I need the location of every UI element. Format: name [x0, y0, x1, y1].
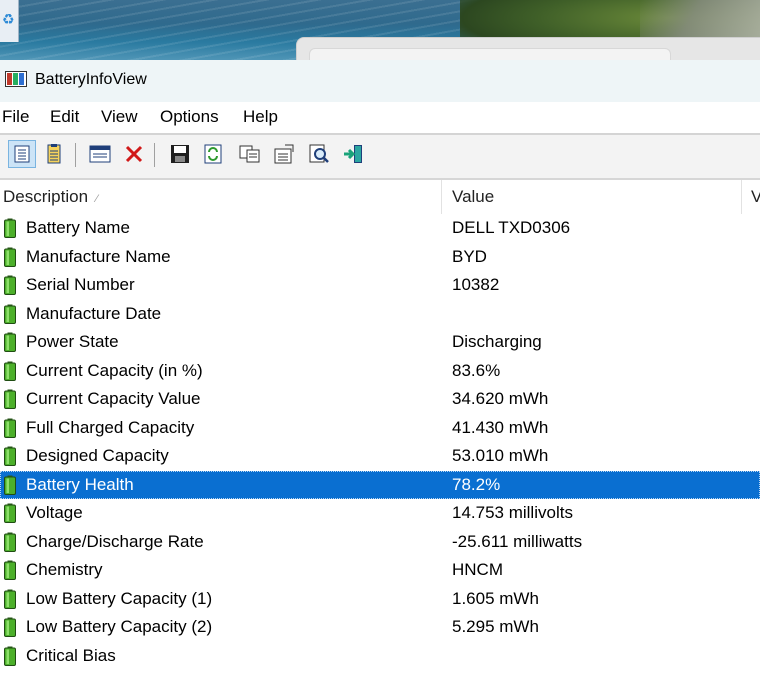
properties-icon[interactable]: [270, 140, 298, 168]
battery-icon: [4, 218, 16, 238]
column-divider[interactable]: [441, 180, 442, 214]
row-description: Current Capacity (in %): [26, 360, 203, 380]
battery-icon: [4, 389, 16, 409]
menu-view[interactable]: View: [101, 107, 138, 127]
toolbar-separator: [154, 143, 155, 167]
row-description: Manufacture Name: [26, 246, 171, 266]
battery-icon: [4, 532, 16, 552]
list-row[interactable]: Power State Discharging: [0, 328, 760, 357]
battery-icon: [4, 503, 16, 523]
column-header-description-label: Description: [3, 187, 89, 206]
row-description: Critical Bias: [26, 645, 116, 665]
menu-edit[interactable]: Edit: [50, 107, 79, 127]
row-description: Battery Health: [26, 474, 134, 494]
background-window-tab: [309, 48, 671, 60]
row-description: Designed Capacity: [26, 446, 169, 465]
column-header-value[interactable]: Value: [452, 180, 494, 214]
menu-file[interactable]: File: [2, 107, 29, 127]
list-row[interactable]: Battery Name DELL TXD0306: [0, 214, 760, 243]
row-value: 34.620 mWh: [452, 389, 549, 408]
column-divider[interactable]: [741, 180, 742, 214]
row-description: Power State: [26, 332, 119, 351]
column-header-third-label: V: [751, 187, 760, 206]
list-row[interactable]: Designed Capacity 53.010 mWh: [0, 442, 760, 471]
column-header-value-label: Value: [452, 187, 495, 206]
title-bar[interactable]: BatteryInfoView: [0, 60, 760, 102]
list-row[interactable]: Serial Number 10382: [0, 271, 760, 300]
battery-icon: [4, 475, 16, 495]
toolbar: [0, 135, 760, 180]
row-description: Low Battery Capacity (2): [26, 617, 213, 636]
sort-indicator-icon: ⁄: [96, 193, 98, 205]
row-value: BYD: [452, 246, 487, 266]
battery-info-list: Battery Name DELL TXD0306 Manufacture Name…: [0, 214, 760, 670]
row-description: Voltage: [26, 503, 83, 522]
row-value: HNCM: [452, 560, 503, 579]
battery-icon: [4, 361, 16, 381]
exit-icon[interactable]: [339, 140, 367, 168]
list-row[interactable]: Full Charged Capacity 41.430 mWh: [0, 414, 760, 443]
row-description: Battery Name: [26, 218, 130, 237]
row-description: Charge/Discharge Rate: [26, 531, 204, 551]
battery-icon: [4, 275, 16, 295]
battery-icon: [4, 304, 16, 324]
row-value: 14.753 millivolts: [452, 503, 573, 522]
list-row[interactable]: Charge/Discharge Rate -25.611 milliwatts: [0, 528, 760, 557]
toolbar-separator: [75, 143, 76, 167]
list-row[interactable]: Battery Health 78.2%: [0, 470, 760, 499]
refresh-icon[interactable]: [199, 140, 227, 168]
html-report-icon[interactable]: [86, 140, 114, 168]
list-row[interactable]: Manufacture Name BYD: [0, 243, 760, 272]
battery-app-icon: [5, 71, 27, 87]
row-value: DELL TXD0306: [452, 218, 571, 237]
battery-icon: [4, 332, 16, 352]
row-value: 78.2%: [452, 474, 501, 494]
find-icon[interactable]: [305, 140, 333, 168]
window-title: BatteryInfoView: [35, 71, 147, 88]
row-value: 41.430 mWh: [452, 417, 549, 437]
battery-icon: [4, 589, 16, 609]
menu-options[interactable]: Options: [160, 107, 219, 127]
delete-icon[interactable]: [120, 140, 148, 168]
battery-icon: [4, 247, 16, 267]
list-row[interactable]: Voltage 14.753 millivolts: [0, 499, 760, 528]
row-description: Manufacture Date: [26, 303, 162, 323]
column-header-description[interactable]: Description ⁄: [3, 180, 98, 214]
battery-icon: [4, 560, 16, 580]
row-value: 1.605 mWh: [452, 588, 539, 608]
row-value: 10382: [452, 275, 500, 294]
row-value: Discharging: [452, 332, 542, 351]
save-icon[interactable]: [166, 140, 194, 168]
list-row[interactable]: Current Capacity (in %) 83.6%: [0, 357, 760, 386]
row-description: Current Capacity Value: [26, 389, 201, 408]
row-description: Serial Number: [26, 275, 135, 294]
list-row[interactable]: Critical Bias: [0, 642, 760, 671]
row-value: 5.295 mWh: [452, 617, 539, 636]
row-value: 83.6%: [452, 360, 501, 380]
row-value: 53.010 mWh: [452, 446, 549, 465]
properties-view-icon[interactable]: [8, 140, 36, 168]
row-description: Chemistry: [26, 560, 103, 579]
list-row[interactable]: Current Capacity Value 34.620 mWh: [0, 385, 760, 414]
recycle-bin-icon[interactable]: ♻: [0, 0, 19, 42]
row-value: -25.611 milliwatts: [452, 531, 583, 551]
column-header-third[interactable]: V: [751, 180, 760, 214]
list-row[interactable]: Chemistry HNCM: [0, 556, 760, 585]
desktop-background: ♻: [0, 0, 760, 60]
menu-help[interactable]: Help: [243, 107, 278, 127]
battery-icon: [4, 418, 16, 438]
copy-icon[interactable]: [236, 140, 264, 168]
list-header: Description ⁄ Value V: [0, 180, 760, 214]
menu-bar: File Edit View Options Help: [0, 102, 760, 132]
list-row[interactable]: Low Battery Capacity (2) 5.295 mWh: [0, 613, 760, 642]
row-description: Full Charged Capacity: [26, 417, 195, 437]
background-window[interactable]: [296, 37, 760, 60]
list-row[interactable]: Manufacture Date: [0, 300, 760, 329]
battery-icon: [4, 446, 16, 466]
list-row[interactable]: Low Battery Capacity (1) 1.605 mWh: [0, 585, 760, 614]
row-description: Low Battery Capacity (1): [26, 588, 213, 608]
battery-icon: [4, 646, 16, 666]
battery-icon: [4, 617, 16, 637]
list-view-icon[interactable]: [40, 140, 68, 168]
